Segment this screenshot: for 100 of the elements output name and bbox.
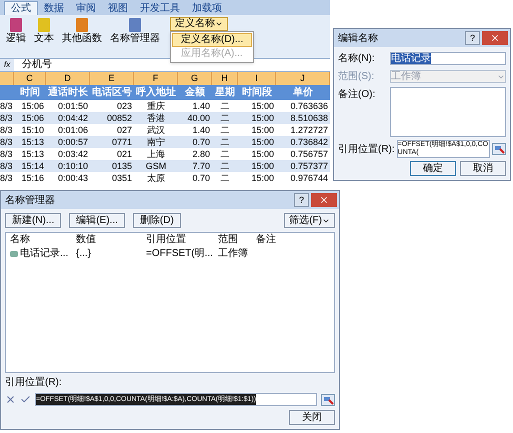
table-cell-text: 8.510638 <box>289 112 329 124</box>
list-cell: =OFFSET(明... <box>146 247 213 260</box>
table-cell-text: 0:10:10 <box>56 160 89 172</box>
table-header-cell-text: 时间段 <box>241 86 273 100</box>
ribbon-tab[interactable]: 数据 <box>38 2 70 15</box>
list-row[interactable]: 电话记录... {...} =OFFSET(明... 工作簿 <box>10 247 330 260</box>
ribbon-tab[interactable]: 公式 <box>4 1 38 15</box>
table-cell-text: 0:01:50 <box>56 100 89 112</box>
list-cell: {...} <box>76 247 92 260</box>
dialog-button[interactable]: 确定 <box>410 161 456 176</box>
help-button[interactable]: ? <box>464 31 480 45</box>
dialog-button[interactable]: 取消 <box>460 161 506 176</box>
close-icon <box>490 33 500 43</box>
list-column-header[interactable]: 名称 <box>10 233 76 247</box>
dialog-title: 名称管理器 <box>5 194 56 208</box>
table-cell-text: 太原 <box>146 172 166 184</box>
toolbar-button[interactable]: 新建(N)... <box>5 213 62 228</box>
cut-off-date-cell: 8/3 <box>0 136 14 148</box>
table-header-cell-text: 金额 <box>184 85 206 100</box>
table-cell-text: 二 <box>220 172 230 184</box>
table-cell-text: 0.763636 <box>289 100 329 112</box>
table-cell-text: 1.40 <box>191 100 211 112</box>
table-cell-text: 0.70 <box>191 172 211 184</box>
collapse-dialog-icon[interactable] <box>321 394 335 406</box>
toolbar-button[interactable]: 删除(D) <box>132 213 181 228</box>
ribbon-tab[interactable]: 加载项 <box>186 2 228 15</box>
table-cell-text: 二 <box>220 136 230 148</box>
cancel-icon[interactable] <box>5 394 16 405</box>
table-cell-text: 15:00 <box>250 148 275 160</box>
close-dialog-button[interactable]: 关闭 <box>289 410 335 425</box>
list-column-header[interactable]: 引用位置 <box>146 233 218 247</box>
table-cell-text: 1.40 <box>191 124 211 136</box>
field-label: 备注(O): <box>338 88 376 102</box>
list-cell: 电话记录... <box>20 247 68 260</box>
formula-value[interactable]: 分机号 <box>14 59 52 71</box>
table-cell-text: 15:00 <box>250 136 275 148</box>
close-button[interactable] <box>311 193 337 207</box>
ribbon-tab[interactable]: 审阅 <box>70 2 102 15</box>
table-cell-text: 15:00 <box>250 124 275 136</box>
name-input-field[interactable]: 电话记录 <box>390 52 506 65</box>
table-cell-text: 0135 <box>110 160 133 172</box>
table-cell-text: 武汉 <box>146 124 166 136</box>
help-button[interactable]: ? <box>294 193 309 207</box>
table-cell-text: 021 <box>116 148 133 160</box>
cut-off-date-cell: 8/3 <box>0 100 14 112</box>
field-label: 名称(N): <box>338 52 376 66</box>
table-cell-text: 0771 <box>110 136 133 148</box>
table-cell-text: 15:06 <box>20 100 45 112</box>
ribbon-button[interactable]: 文本 <box>32 17 56 45</box>
close-icon <box>319 195 329 205</box>
ribbon-button[interactable]: 逻辑 <box>4 17 28 45</box>
field-label: 引用位置(R): <box>338 142 395 156</box>
confirm-icon[interactable] <box>20 394 31 405</box>
field-label: 引用位置(R): <box>5 377 63 389</box>
define-name-dropdown[interactable]: 定义名称 <box>170 17 228 31</box>
table-header-cell-text: 呼入地址 <box>135 86 177 100</box>
table-cell-text: 15:10 <box>20 124 45 136</box>
table-cell-text: 027 <box>116 124 133 136</box>
list-cell: 工作簿 <box>218 247 248 260</box>
table-cell-text: 南宁 <box>146 136 166 148</box>
table-cell-text: 023 <box>116 100 133 112</box>
collapse-dialog-icon[interactable] <box>492 143 506 155</box>
table-cell-text: 15:14 <box>20 160 45 172</box>
table-header-cell-text: 星期 <box>214 86 236 100</box>
cut-off-date-cell: 8/3 <box>0 112 14 124</box>
table-cell-text: 0351 <box>110 172 133 184</box>
table-cell-text: 40.00 <box>186 112 211 124</box>
list-column-header[interactable]: 数值 <box>76 233 146 247</box>
comment-text-area[interactable] <box>390 87 506 137</box>
table-cell-text: 2.80 <box>191 148 211 160</box>
table-cell-text: 0.757377 <box>289 160 329 172</box>
ribbon-button[interactable]: 名称管理器 <box>108 17 162 45</box>
table-cell-text: 二 <box>220 100 230 112</box>
ribbon-button[interactable]: 其他函数 <box>60 17 104 45</box>
toolbar-button[interactable]: 编辑(E)... <box>69 213 125 228</box>
list-column-header[interactable]: 备注 <box>256 233 296 247</box>
table-cell-text: 0.756757 <box>289 148 329 160</box>
ribbon-tab[interactable]: 视图 <box>102 2 134 15</box>
list-column-header[interactable]: 范围 <box>218 233 256 247</box>
table-header-cell-text: 电话区号 <box>91 86 133 100</box>
table-cell-text: 0:03:42 <box>56 148 89 160</box>
table-cell-text: 上海 <box>146 148 166 160</box>
table-cell-text: 15:16 <box>20 172 45 184</box>
table-cell-text: 0:04:42 <box>56 112 89 124</box>
field-label: 范围(S): <box>338 70 376 84</box>
table-cell-text: 15:00 <box>250 160 275 172</box>
menu-item[interactable]: 定义名称(D)... <box>172 33 252 47</box>
table-cell-text: 7.70 <box>191 160 211 172</box>
filter-button[interactable]: 筛选(F) <box>284 213 335 228</box>
table-cell-text: 15:13 <box>20 148 45 160</box>
ribbon-tab[interactable]: 开发工具 <box>134 2 186 15</box>
close-button[interactable] <box>482 31 508 45</box>
table-cell-text: 15:13 <box>20 136 45 148</box>
caret-icon <box>215 20 223 28</box>
table-cell-text: 0.976744 <box>289 172 329 184</box>
table-cell-text: 0:01:06 <box>56 124 89 136</box>
fx-label: fx <box>0 59 14 71</box>
table-cell-text: 二 <box>220 124 230 136</box>
table-header-cell-text: 单价 <box>292 86 314 100</box>
table-cell-text: 0.736842 <box>289 136 329 148</box>
